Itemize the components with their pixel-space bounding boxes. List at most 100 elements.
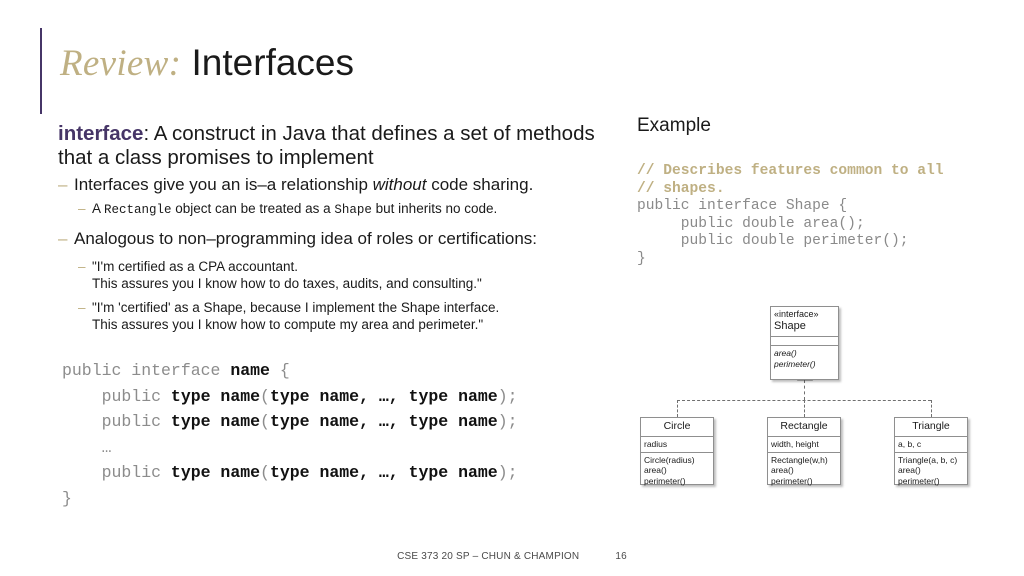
- uml-shape-header: «interface» Shape: [771, 307, 838, 337]
- interface-definition: interface: A construct in Java that defi…: [58, 122, 628, 170]
- code-l3-d: type name: [269, 412, 360, 431]
- code-l2-f: type name: [408, 386, 498, 406]
- quote-line-2a: "I'm 'certified' as a Shape, because I i…: [92, 300, 500, 315]
- interface-keyword: interface: [58, 122, 144, 145]
- code-shape-l3: public double perimeter();: [637, 233, 909, 250]
- code-l1-c: {: [269, 361, 290, 380]
- uml-rectangle-name: Rectangle: [768, 418, 840, 437]
- code-l4-f: type name: [408, 463, 498, 482]
- uml-class-diagram: «interface» Shape area() perimeter() Cir…: [630, 298, 1010, 498]
- bullet-analogous: – Analogous to non–programming idea of ro…: [58, 228, 628, 250]
- sub-bullet-rectangle-shape: – A Rectangle object can be treated as a …: [58, 200, 628, 219]
- code-l2-e: , …,: [359, 386, 409, 406]
- uml-circle-method-1: area(): [644, 465, 667, 475]
- code-l4-e: , …,: [359, 463, 409, 482]
- uml-circle-attributes: radius: [641, 437, 713, 453]
- uml-shape-method-1: perimeter(): [774, 358, 816, 369]
- bullet-dash-icon: –: [58, 175, 68, 194]
- code-closing-brace: }: [62, 488, 72, 508]
- interface-syntax-code-block: public interface name { public type name…: [62, 358, 518, 511]
- uml-rectangle-attributes: width, height: [768, 437, 840, 453]
- code-l3-c: (: [260, 412, 270, 431]
- sub-text-a: A: [92, 201, 105, 216]
- quote-line-1b: This assures you I know how to do taxes,…: [92, 276, 482, 291]
- code-comment-1: // Describes features common to all: [637, 163, 944, 179]
- code-l2-d: type name: [269, 386, 360, 406]
- code-comment-2: // shapes.: [637, 180, 725, 197]
- bullet-text-pre: Interfaces give you an is–a relationship: [74, 175, 373, 194]
- uml-triangle-name: Triangle: [895, 418, 967, 437]
- code-l3-b: type name: [170, 412, 261, 431]
- slide-footer: CSE 373 20 SP – CHUN & CHAMPION 16: [0, 551, 1024, 562]
- uml-shape-name: Shape: [774, 320, 806, 332]
- uml-triangle-attr-0: a, b, c: [898, 439, 922, 449]
- code-l1-a: public interface: [62, 361, 231, 380]
- bullet-text-italic: without: [372, 175, 427, 194]
- title-main: Interfaces: [181, 42, 355, 83]
- code-l4-d: type name: [269, 463, 360, 482]
- code-shape-l1: public interface Shape {: [637, 198, 848, 215]
- sub-text-c: but inherits no code.: [371, 201, 498, 216]
- uml-triangle-method-2: perimeter(): [898, 475, 940, 486]
- code-l3-g: );: [497, 412, 518, 431]
- sub-bullet-dash-icon: –: [78, 201, 86, 216]
- shape-example-code-block: // Describes features common to all // s…: [637, 163, 944, 269]
- code-shape-l4: }: [637, 250, 646, 267]
- sub-text-b: object can be treated as a: [171, 201, 335, 216]
- code-l4-b: type name: [170, 463, 261, 482]
- bullet-is-a-relationship: – Interfaces give you an is–a relationshi…: [58, 174, 628, 196]
- uml-box-circle: Circle radius Circle(radius) area() peri…: [640, 417, 714, 486]
- uml-connector-drop-triangle: [931, 400, 932, 417]
- code-l2-g: );: [497, 386, 518, 406]
- footer-page-number: 16: [615, 551, 627, 562]
- quote-dash-icon-2: –: [78, 300, 86, 315]
- title-accent-bar: [40, 28, 42, 114]
- code-ellipsis-line: …: [62, 437, 112, 457]
- uml-connector-drop-circle: [677, 400, 678, 417]
- uml-rectangle-method-1: area(): [771, 465, 794, 475]
- example-heading: Example: [637, 115, 711, 136]
- code-l3-f: type name: [408, 412, 498, 431]
- code-l3-a: public: [62, 412, 171, 431]
- uml-rectangle-methods: Rectangle(w,h) area() perimeter(): [768, 453, 840, 489]
- uml-triangle-attributes: a, b, c: [895, 437, 967, 453]
- uml-shape-method-0: area(): [774, 348, 797, 358]
- slide-canvas: Review: Interfaces interface: A construc…: [0, 0, 1024, 576]
- code-l3-e: , …,: [359, 412, 409, 431]
- page-title: Review: Interfaces: [60, 31, 760, 95]
- uml-triangle-method-0: Triangle(a, b, c): [898, 454, 958, 465]
- uml-box-shape-interface: «interface» Shape area() perimeter(): [770, 306, 839, 380]
- quote-line-2b: This assures you I know how to compute m…: [92, 317, 484, 332]
- uml-circle-name: Circle: [641, 418, 713, 437]
- quote-shape: – "I'm 'certified' as a Shape, because I …: [58, 299, 628, 333]
- uml-circle-method-2: perimeter(): [644, 475, 686, 486]
- uml-circle-attr-0: radius: [644, 439, 668, 449]
- bullet-dash-icon-2: –: [58, 229, 68, 248]
- uml-connector-interface-stub: [804, 380, 805, 400]
- uml-triangle-method-1: area(): [898, 465, 921, 475]
- title-prefix: Review:: [60, 43, 182, 84]
- footer-course-label: CSE 373 20 SP – CHUN & CHAMPION: [397, 551, 580, 562]
- quote-line-1a: "I'm certified as a CPA accountant.: [92, 259, 298, 274]
- code-l2-b: type name: [170, 386, 261, 406]
- mono-shape: Shape: [334, 203, 372, 217]
- code-l4-g: );: [497, 463, 518, 482]
- uml-circle-method-0: Circle(radius): [644, 454, 695, 465]
- uml-shape-stereotype: «interface»: [774, 309, 819, 319]
- code-l4-a: public: [62, 463, 171, 482]
- code-l2-a: public: [62, 386, 171, 406]
- code-l1-b: name: [230, 361, 270, 380]
- quote-dash-icon-1: –: [78, 259, 86, 274]
- mono-rectangle: Rectangle: [104, 203, 172, 217]
- quote-cpa: – "I'm certified as a CPA accountant. Thi…: [58, 258, 628, 292]
- code-l4-c: (: [260, 463, 270, 482]
- bullet-text-post: code sharing.: [426, 175, 534, 194]
- uml-circle-methods: Circle(radius) area() perimeter(): [641, 453, 713, 489]
- uml-shape-methods: area() perimeter(): [771, 346, 838, 371]
- uml-box-triangle: Triangle a, b, c Triangle(a, b, c) area(…: [894, 417, 968, 486]
- bullet-analogous-text: Analogous to non–programming idea of rol…: [74, 229, 538, 248]
- left-content-column: interface: A construct in Java that defi…: [58, 122, 628, 333]
- uml-shape-attributes: [771, 337, 838, 346]
- uml-rectangle-method-2: perimeter(): [771, 475, 813, 486]
- uml-rectangle-method-0: Rectangle(w,h): [771, 454, 828, 465]
